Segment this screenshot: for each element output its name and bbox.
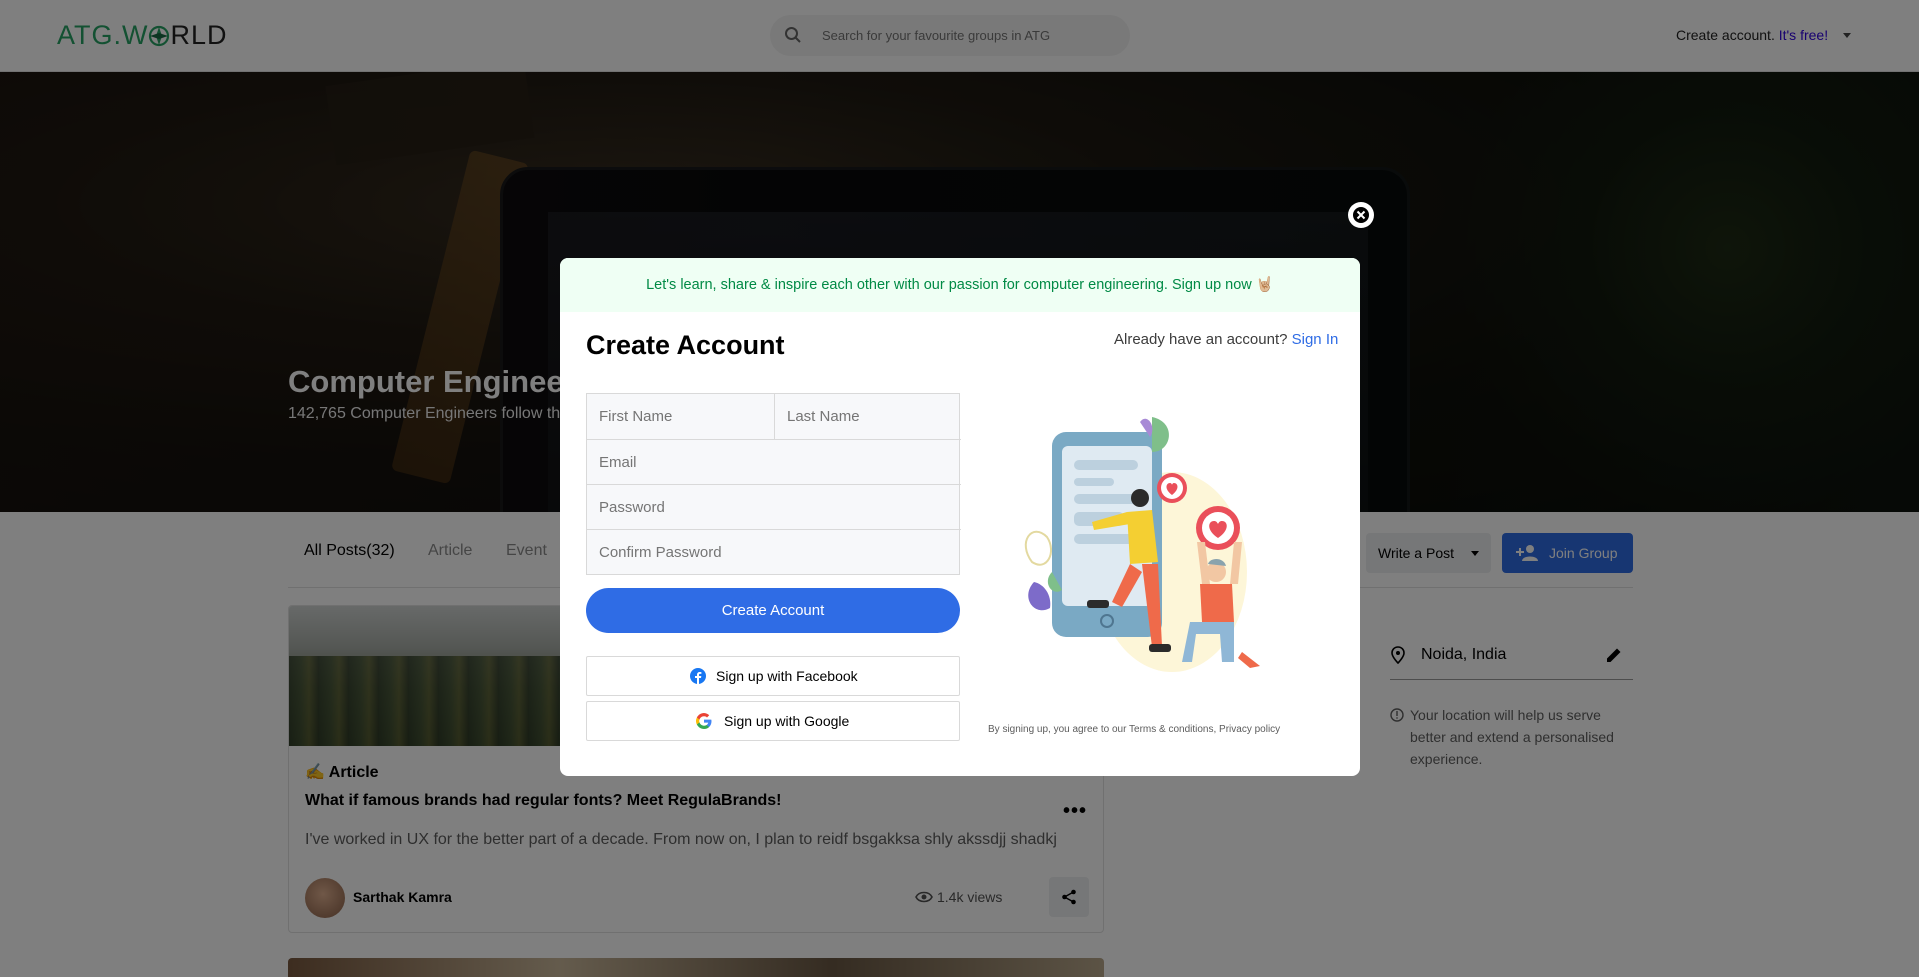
terms-text: By signing up, you agree to our Terms & … bbox=[988, 724, 1281, 735]
facebook-button-label: Sign up with Facebook bbox=[716, 668, 858, 684]
modal-title: Create Account bbox=[586, 330, 785, 360]
google-button-label: Sign up with Google bbox=[724, 713, 850, 729]
close-icon bbox=[1353, 207, 1369, 223]
google-icon bbox=[696, 713, 712, 729]
last-name-field[interactable] bbox=[774, 394, 961, 439]
signup-illustration bbox=[1024, 417, 1260, 672]
password-field[interactable] bbox=[587, 484, 961, 529]
create-account-modal: Let's learn, share & inspire each other … bbox=[560, 258, 1360, 776]
modal-promo-banner: Let's learn, share & inspire each other … bbox=[560, 258, 1360, 312]
facebook-icon bbox=[690, 668, 706, 684]
facebook-signup-button[interactable]: Sign up with Facebook bbox=[586, 656, 960, 696]
confirm-password-field[interactable] bbox=[587, 529, 961, 574]
google-signup-button[interactable]: Sign up with Google bbox=[586, 701, 960, 741]
already-have-account-text: Already have an account? bbox=[1114, 331, 1288, 348]
password-input[interactable] bbox=[587, 485, 961, 529]
already-have-account: Already have an account? Sign In bbox=[1114, 331, 1338, 348]
last-name-input[interactable] bbox=[775, 394, 961, 439]
email-field[interactable] bbox=[587, 439, 961, 484]
first-name-input[interactable] bbox=[587, 394, 774, 439]
first-name-field[interactable] bbox=[587, 394, 774, 439]
confirm-password-input[interactable] bbox=[587, 530, 961, 574]
sign-in-link[interactable]: Sign In bbox=[1292, 331, 1339, 348]
signup-form bbox=[586, 393, 961, 575]
modal-promo-text: Let's learn, share & inspire each other … bbox=[646, 277, 1274, 293]
close-modal-button[interactable] bbox=[1348, 202, 1374, 228]
create-account-button[interactable]: Create Account bbox=[586, 588, 960, 633]
email-input[interactable] bbox=[587, 440, 961, 484]
